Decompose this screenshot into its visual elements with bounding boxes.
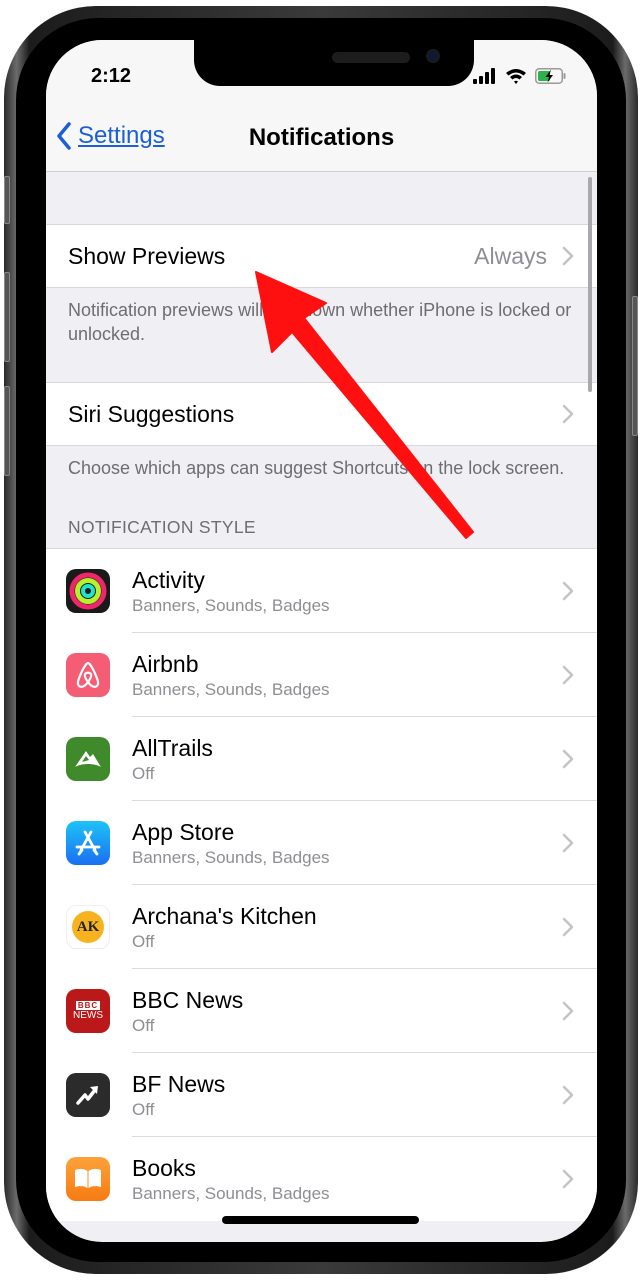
app-name: Activity <box>132 566 205 593</box>
app-row-archanas-kitchen[interactable]: AK Archana's Kitchen Off <box>46 885 597 969</box>
app-name: Books <box>132 1155 196 1181</box>
chevron-right-icon <box>562 1085 574 1105</box>
app-name: AllTrails <box>132 734 213 761</box>
archanas-kitchen-logo-text: AK <box>72 911 104 943</box>
front-camera <box>426 49 440 63</box>
chevron-right-icon <box>562 833 574 853</box>
app-status: Banners, Sounds, Badges <box>132 847 330 867</box>
app-row-airbnb[interactable]: Airbnb Banners, Sounds, Badges <box>46 633 597 717</box>
app-row-bbc-news[interactable]: BBC NEWS BBC News Off <box>46 969 597 1053</box>
siri-suggestions-footer: Choose which apps can suggest Shortcuts … <box>46 446 597 508</box>
scrollbar[interactable] <box>588 177 592 392</box>
screen: 2:12 Settings Notifications Show Preview… <box>46 40 597 1242</box>
siri-suggestions-label: Siri Suggestions <box>68 400 235 427</box>
app-status: Banners, Sounds, Badges <box>132 1184 330 1203</box>
news-logo-text: NEWS <box>73 1009 103 1021</box>
notch <box>194 40 474 86</box>
show-previews-label: Show Previews <box>68 242 226 269</box>
chevron-right-icon <box>562 749 574 769</box>
app-row-bf-news[interactable]: BF News Off <box>46 1053 597 1137</box>
app-row-books[interactable]: Books Banners, Sounds, Badges <box>46 1137 597 1221</box>
chevron-right-icon <box>562 917 574 937</box>
show-previews-footer: Notification previews will be shown whet… <box>46 288 597 382</box>
home-indicator[interactable] <box>222 1216 419 1224</box>
app-list: Activity Banners, Sounds, Badges Airbnb … <box>46 548 597 1221</box>
mute-switch <box>4 176 10 224</box>
volume-up-button <box>4 272 10 362</box>
app-status: Off <box>132 763 155 783</box>
chevron-right-icon <box>562 581 574 601</box>
wifi-icon <box>506 69 526 84</box>
navigation-bar: Settings Notifications <box>46 100 597 172</box>
app-status: Off <box>132 1099 155 1119</box>
chevron-right-icon <box>562 1001 574 1021</box>
app-name: BF News <box>132 1070 226 1097</box>
activity-icon <box>66 569 110 613</box>
status-time: 2:12 <box>91 65 132 87</box>
speaker-grille <box>332 52 410 63</box>
app-status: Banners, Sounds, Badges <box>132 595 330 615</box>
app-row-alltrails[interactable]: AllTrails Off <box>46 717 597 801</box>
section-spacer <box>46 172 597 224</box>
app-name: BBC News <box>132 986 244 1013</box>
app-name: Airbnb <box>132 650 199 677</box>
app-name: Archana's Kitchen <box>132 902 317 929</box>
show-previews-value: Always <box>474 242 547 269</box>
siri-suggestions-cell[interactable]: Siri Suggestions <box>46 382 597 446</box>
app-status: Off <box>132 1015 155 1035</box>
app-status: Banners, Sounds, Badges <box>132 679 330 699</box>
app-status: Off <box>132 931 155 951</box>
settings-content: Show Previews Always Notification previe… <box>46 172 597 1221</box>
notification-style-header: NOTIFICATION STYLE <box>68 517 256 537</box>
app-row-app-store[interactable]: App Store Banners, Sounds, Badges <box>46 801 597 885</box>
app-name: App Store <box>132 818 235 845</box>
show-previews-cell[interactable]: Show Previews Always <box>46 224 597 288</box>
app-store-icon <box>66 821 110 865</box>
volume-down-button <box>4 386 10 476</box>
chevron-right-icon <box>562 246 574 266</box>
bbc-logo-text: BBC <box>75 1000 101 1010</box>
chevron-right-icon <box>562 665 574 685</box>
books-icon <box>66 1157 110 1201</box>
page-title: Notifications <box>248 124 395 151</box>
app-row-activity[interactable]: Activity Banners, Sounds, Badges <box>46 549 597 633</box>
bf-news-icon <box>66 1073 110 1117</box>
chevron-right-icon <box>562 404 574 424</box>
alltrails-icon <box>66 737 110 781</box>
chevron-right-icon <box>562 1169 574 1189</box>
battery-charging-icon <box>535 68 566 84</box>
cellular-signal-icon <box>473 68 495 84</box>
archanas-kitchen-icon: AK <box>66 905 110 949</box>
bbc-news-icon: BBC NEWS <box>66 989 110 1033</box>
airbnb-icon <box>66 653 110 697</box>
side-button <box>632 296 638 436</box>
